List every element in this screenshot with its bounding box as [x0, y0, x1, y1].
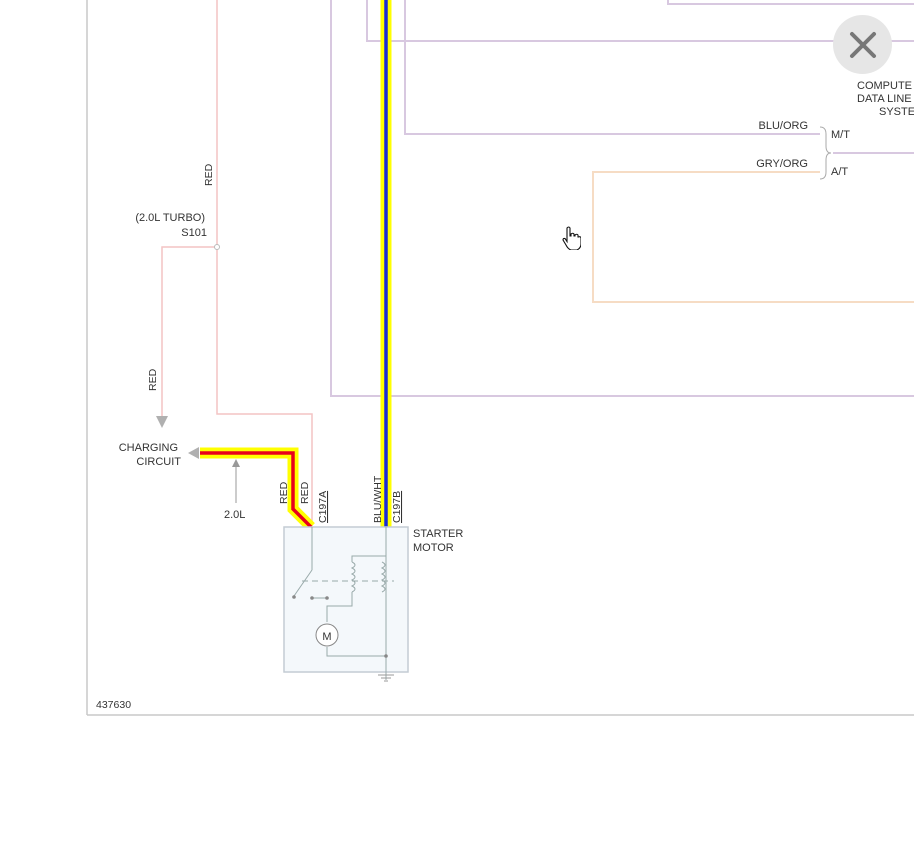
splice-s101: [214, 244, 220, 250]
label-red-left: RED: [147, 368, 159, 391]
trans-brace: [819, 126, 832, 180]
engine-note-arrow: [232, 459, 240, 503]
label-turbo-note: (2.0L TURBO): [135, 212, 205, 224]
label-charging-2: CIRCUIT: [136, 456, 181, 468]
label-computer-2: DATA LINE: [857, 93, 912, 105]
hand-pointer-icon: [562, 226, 581, 250]
label-trans-mt: M/T: [831, 129, 850, 141]
purple-wires: [330, 0, 914, 397]
label-computer-1: COMPUTE: [857, 80, 912, 92]
label-splice: S101: [181, 227, 207, 239]
arrow-left-red: [156, 416, 168, 428]
label-computer-3: SYSTE: [879, 106, 914, 118]
highlighted-red-wire: [200, 447, 315, 531]
label-trans-at: A/T: [831, 166, 848, 178]
label-blu-org: BLU/ORG: [758, 120, 808, 132]
label-charging-1: CHARGING: [119, 442, 178, 454]
label-connector-a: C197A: [317, 491, 329, 523]
orange-wires: [592, 171, 914, 303]
label-gry-org: GRY/ORG: [756, 158, 808, 170]
diagram-id: 437630: [96, 699, 131, 711]
label-engine-note: 2.0L: [224, 509, 245, 521]
label-wire-red-1: RED: [278, 481, 290, 504]
label-starter-1: STARTER: [413, 528, 463, 540]
label-starter-2: MOTOR: [413, 542, 454, 554]
close-icon: [849, 31, 876, 58]
starter-motor-component: M: [283, 526, 409, 682]
motor-symbol: M: [322, 631, 331, 643]
wiring-diagram: M RED (2.0L TURBO) S101 RED CHARGING CIR…: [86, 0, 914, 716]
arrow-charging: [188, 447, 199, 459]
close-button[interactable]: [833, 15, 892, 74]
label-connector-b: C197B: [391, 491, 403, 523]
label-wire-red-2: RED: [299, 481, 311, 504]
label-wire-blu-wht: BLU/WHT: [372, 475, 384, 523]
label-red-top: RED: [203, 163, 215, 186]
diagram-frame: [86, 0, 914, 716]
